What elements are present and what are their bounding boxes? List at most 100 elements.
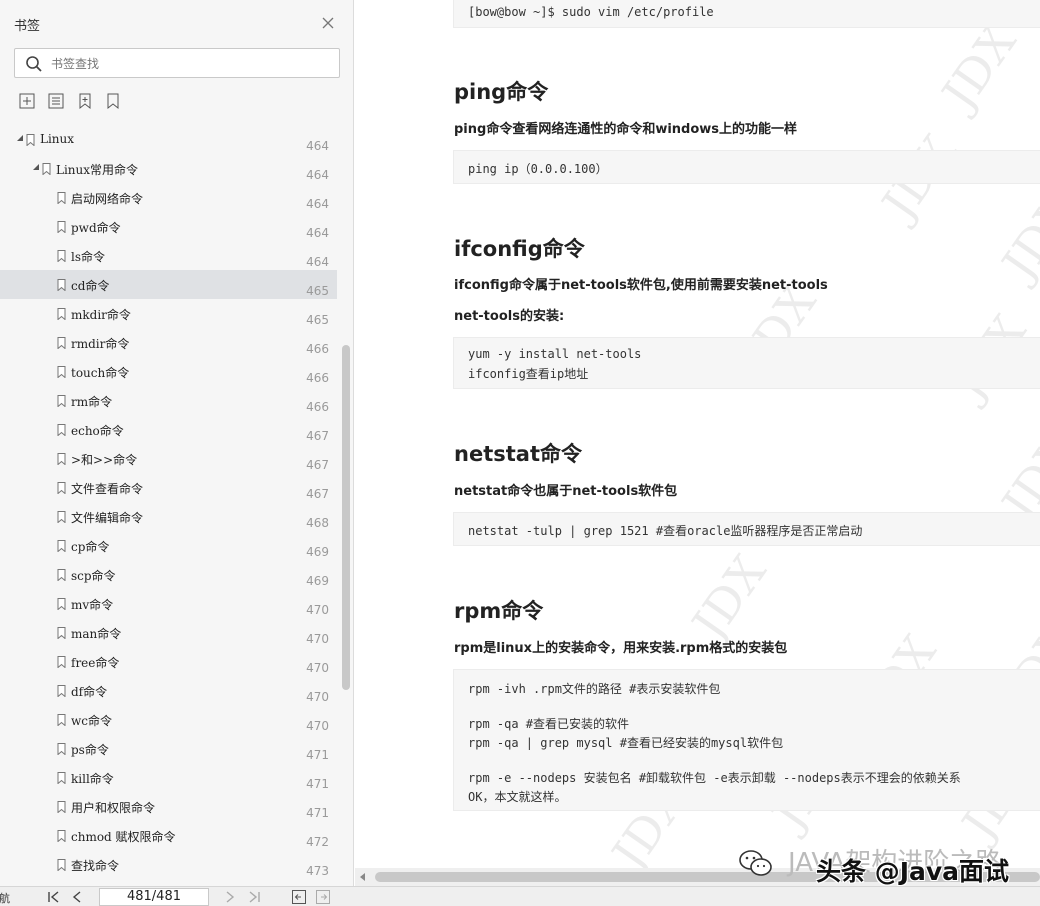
bookmark-page-number: 470 [306,690,329,704]
bookmark-label: cp命令 [71,540,110,554]
bookmark-item[interactable]: 查找命令 473 [0,850,337,879]
bookmark-label: wc命令 [71,714,112,728]
bookmark-icon [57,743,66,755]
bookmark-item[interactable]: ps命令 471 [0,734,337,763]
bookmark-icon [57,453,66,465]
bookmark-icon [26,134,35,146]
bookmark-label: 文件查看命令 [71,482,144,496]
bookmark-label: 用户和权限命令 [71,801,156,815]
bookmark-label: scp命令 [71,569,116,583]
section-heading: ping命令 [454,80,549,104]
code-line: rpm -e --nodeps 安装包名 #卸载软件包 -e表示卸载 --nod… [468,771,961,785]
back-view-icon[interactable] [291,889,307,905]
previous-page-icon[interactable] [69,889,85,905]
bookmark-item[interactable]: rm命令 466 [0,386,337,415]
bookmark-page-number: 467 [306,458,329,472]
bookmark-search-box[interactable] [14,48,340,78]
bookmark-label: chmod 赋权限命令 [71,830,176,844]
bookmark-search-input[interactable] [51,54,331,74]
bookmark-item[interactable]: Linux常用命令 464 [0,154,337,183]
bookmark-item[interactable]: 文件编辑命令 468 [0,502,337,531]
forward-view-icon[interactable] [315,889,331,905]
code-line: netstat -tulp | grep 1521 #查看oracle监听器程序… [468,524,863,538]
bookmark-page-number: 466 [306,342,329,356]
bookmark-item[interactable]: 用户和权限命令 471 [0,792,337,821]
bookmark-item[interactable]: ls命令 464 [0,241,337,270]
watermark-text: JDX [681,545,777,649]
code-block: ping ip（0.0.0.100） [453,150,1040,184]
scroll-left-icon[interactable] [359,873,367,881]
bookmark-item[interactable]: kill命令 471 [0,763,337,792]
bookmark-label: Linux常用命令 [56,163,139,177]
bookmark-icon [57,337,66,349]
next-page-icon[interactable] [222,889,238,905]
bookmark-page-number: 464 [306,139,329,153]
bookmark-page-number: 467 [306,429,329,443]
bookmark-page-number: 464 [306,168,329,182]
bookmark-item[interactable]: echo命令 467 [0,415,337,444]
bookmark-icon[interactable] [104,92,122,110]
bookmark-page-number: 470 [306,661,329,675]
code-block: [bow@bow ~]$ sudo vim /etc/profile [453,0,1040,28]
paragraph: rpm是linux上的安装命令，用来安装.rpm格式的安装包 [454,641,788,656]
bookmark-icon [57,366,66,378]
section-heading: rpm命令 [454,599,544,623]
bookmark-label: rmdir命令 [71,337,130,351]
last-page-icon[interactable] [246,889,262,905]
bookmark-page-number: 470 [306,603,329,617]
collapse-all-icon[interactable] [47,92,65,110]
section-heading: ifconfig命令 [454,237,585,261]
bookmark-icon [57,714,66,726]
close-icon[interactable] [319,14,337,32]
expand-all-icon[interactable] [18,92,36,110]
code-line: [bow@bow ~]$ sudo vim /etc/profile [468,5,714,19]
bookmark-label: mkdir命令 [71,308,131,322]
panel-title: 书签 [14,19,41,34]
bookmark-item[interactable]: scp命令 469 [0,560,337,589]
bookmark-item[interactable]: pwd命令 464 [0,212,337,241]
bookmark-page-number: 466 [306,400,329,414]
bookmark-item[interactable]: wc命令 470 [0,705,337,734]
bookmark-icon [57,656,66,668]
bookmark-item[interactable]: free命令 470 [0,647,337,676]
bookmark-label: echo命令 [71,424,124,438]
bookmark-item[interactable]: 启动网络命令 464 [0,183,337,212]
add-bookmark-icon[interactable] [76,92,94,110]
bookmark-item[interactable]: 文件查看命令 467 [0,473,337,502]
bookmark-label: pwd命令 [71,221,121,235]
bookmark-item[interactable]: cp命令 469 [0,531,337,560]
expand-arrow-icon[interactable] [32,163,40,171]
bookmark-icon [57,772,66,784]
bookmark-item[interactable]: mv命令 470 [0,589,337,618]
bookmark-label: 文件编辑命令 [71,511,144,525]
code-line: rpm -qa #查看已安装的软件 [468,717,630,731]
bookmark-page-number: 471 [306,806,329,820]
bookmark-item[interactable]: mkdir命令 465 [0,299,337,328]
first-page-icon[interactable] [46,889,62,905]
bookmark-item[interactable]: rmdir命令 466 [0,328,337,357]
bookmark-icon [57,569,66,581]
bookmark-label: free命令 [71,656,120,670]
bookmark-label: Linux [40,132,75,146]
sidebar-scrollbar[interactable] [342,345,350,690]
expand-arrow-icon[interactable] [16,134,24,142]
bookmark-page-number: 470 [306,719,329,733]
bookmark-item[interactable]: df命令 470 [0,676,337,705]
bookmark-icon [57,192,66,204]
page-number-field[interactable]: 481/481 [99,888,209,906]
bookmark-item[interactable]: cd命令 465 [0,270,337,299]
bookmark-item[interactable]: >和>>命令 467 [0,444,337,473]
bookmark-page-number: 468 [306,516,329,530]
bookmark-item[interactable]: chmod 赋权限命令 472 [0,821,337,850]
document-view: JDXJDXJDXJDXJDXJDXJDXJDXJDXJDXJDXJDX [bo… [355,0,1040,868]
bookmark-page-number: 469 [306,574,329,588]
bookmark-item[interactable]: man命令 470 [0,618,337,647]
bookmark-label: ps命令 [71,743,109,757]
bookmark-icon [57,482,66,494]
bookmark-label: >和>>命令 [71,453,138,467]
bookmark-icon [42,163,51,175]
paragraph: ifconfig命令属于net-tools软件包,使用前需要安装net-tool… [454,278,828,293]
bookmark-item[interactable]: touch命令 466 [0,357,337,386]
bookmark-item[interactable]: Linux 464 [0,125,337,154]
bookmark-page-number: 467 [306,487,329,501]
